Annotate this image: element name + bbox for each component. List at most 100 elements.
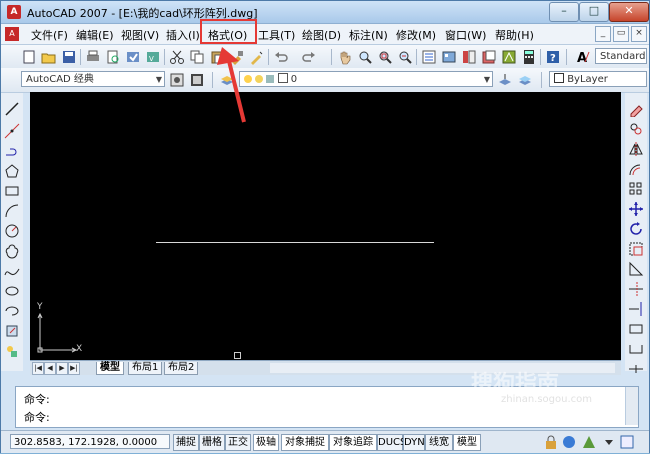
zoom-realtime-icon[interactable] (357, 49, 373, 65)
print-icon[interactable] (85, 49, 101, 65)
menu-window[interactable]: 窗口(W) (445, 27, 486, 43)
redo-icon[interactable] (301, 49, 317, 65)
workspace-dropdown[interactable]: AutoCAD 经典 ▼ (21, 71, 165, 87)
layer-previous-icon[interactable] (517, 72, 533, 88)
tab-layout1[interactable]: 布局1 (128, 362, 163, 375)
save-icon[interactable] (61, 49, 77, 65)
match-properties-icon[interactable] (229, 49, 245, 65)
scale-icon[interactable] (628, 241, 644, 257)
coordinate-display[interactable]: 302.8583, 172.1928, 0.0000 (10, 434, 170, 449)
drawn-line[interactable] (156, 242, 434, 243)
copy-icon[interactable] (189, 49, 205, 65)
command-scrollbar[interactable] (625, 387, 638, 425)
3d-dwf-icon[interactable]: V (145, 49, 161, 65)
paste-icon[interactable] (209, 49, 225, 65)
zoom-window-icon[interactable] (377, 49, 393, 65)
menu-dimension[interactable]: 标注(N) (349, 27, 388, 43)
close-button[interactable]: ✕ (609, 2, 649, 22)
my-workspace-icon[interactable] (189, 72, 205, 88)
make-block-icon[interactable] (4, 343, 20, 359)
make-object-layer-current-icon[interactable] (497, 72, 513, 88)
tab-model[interactable]: 模型 (96, 362, 124, 375)
drawing-canvas[interactable]: Y X (30, 92, 621, 360)
toolbar-lock-icon[interactable] (543, 434, 559, 450)
polyline-icon[interactable] (4, 143, 20, 159)
break-icon[interactable] (628, 321, 644, 337)
autocad-app-icon[interactable]: A (7, 5, 21, 19)
doc-minimize-button[interactable]: _ (595, 26, 611, 42)
osnap-toggle[interactable]: 对象捕捉 (281, 434, 329, 451)
model-toggle[interactable]: 模型 (453, 434, 481, 451)
ellipse-icon[interactable] (4, 283, 20, 299)
rotate-icon[interactable] (628, 221, 644, 237)
array-icon[interactable] (628, 181, 644, 197)
sheet-set-icon[interactable] (481, 49, 497, 65)
markup-set-icon[interactable] (501, 49, 517, 65)
ellipse-arc-icon[interactable] (4, 303, 20, 319)
menu-view[interactable]: 视图(V) (121, 27, 159, 43)
revision-cloud-icon[interactable] (4, 243, 20, 259)
next-tab-icon[interactable]: ▶ (56, 362, 68, 375)
undo-icon[interactable] (273, 49, 289, 65)
new-icon[interactable] (21, 49, 37, 65)
menu-draw[interactable]: 绘图(D) (302, 27, 341, 43)
menu-help[interactable]: 帮助(H) (495, 27, 534, 43)
doc-restore-button[interactable]: ▭ (613, 26, 629, 42)
ducs-toggle[interactable]: DUCS (377, 434, 406, 451)
extend-icon[interactable] (628, 301, 644, 317)
communication-center-icon[interactable] (561, 434, 577, 450)
menu-modify[interactable]: 修改(M) (396, 27, 436, 43)
insert-block-icon[interactable] (4, 323, 20, 339)
doc-close-button[interactable]: × (631, 26, 647, 42)
grid-toggle[interactable]: 栅格 (199, 434, 225, 451)
layer-properties-icon[interactable] (219, 72, 235, 88)
prev-tab-icon[interactable]: ◀ (44, 362, 56, 375)
help-icon[interactable]: ? (545, 49, 561, 65)
design-center-icon[interactable] (441, 49, 457, 65)
explode-icon[interactable] (628, 361, 644, 377)
move-icon[interactable] (628, 201, 644, 217)
spline-icon[interactable] (4, 263, 20, 279)
document-icon[interactable]: A (5, 27, 19, 41)
offset-icon[interactable] (628, 161, 644, 177)
menu-edit[interactable]: 编辑(E) (76, 27, 114, 43)
properties-icon[interactable] (421, 49, 437, 65)
mirror-icon[interactable] (628, 141, 644, 157)
publish-icon[interactable] (125, 49, 141, 65)
dyn-toggle[interactable]: DYN (403, 434, 425, 451)
copy-object-icon[interactable] (628, 121, 644, 137)
rectangle-icon[interactable] (4, 183, 20, 199)
maximize-button[interactable]: □ (579, 2, 609, 22)
layer-dropdown[interactable]: 0 ▼ (239, 71, 493, 87)
cut-icon[interactable] (169, 49, 185, 65)
first-tab-icon[interactable]: |◀ (32, 362, 44, 375)
plot-preview-icon[interactable] (105, 49, 121, 65)
stretch-icon[interactable] (628, 261, 644, 277)
ortho-toggle[interactable]: 正交 (225, 434, 251, 451)
menu-tools[interactable]: 工具(T) (258, 27, 295, 43)
snap-toggle[interactable]: 捕捉 (173, 434, 199, 451)
trim-icon[interactable] (628, 281, 644, 297)
line-icon[interactable] (4, 101, 20, 117)
join-icon[interactable] (628, 341, 644, 357)
menu-file[interactable]: 文件(F) (31, 27, 68, 43)
minimize-button[interactable]: – (549, 2, 579, 22)
otrack-toggle[interactable]: 对象追踪 (329, 434, 377, 451)
menu-insert[interactable]: 插入(I) (166, 27, 200, 43)
open-icon[interactable] (41, 49, 57, 65)
horizontal-scrollbar[interactable] (270, 363, 615, 373)
zoom-previous-icon[interactable] (397, 49, 413, 65)
arc-icon[interactable] (4, 203, 20, 219)
text-style-dropdown[interactable]: Standard (595, 48, 647, 64)
last-tab-icon[interactable]: ▶| (68, 362, 80, 375)
lineweight-toggle[interactable]: 线宽 (425, 434, 453, 451)
polar-toggle[interactable]: 极轴 (253, 434, 279, 451)
block-editor-icon[interactable] (249, 49, 265, 65)
circle-icon[interactable] (4, 223, 20, 239)
status-menu-icon[interactable] (601, 434, 617, 450)
erase-icon[interactable] (628, 101, 644, 117)
calculator-icon[interactable] (521, 49, 537, 65)
command-prompt[interactable]: 命令: (24, 409, 50, 425)
tab-layout2[interactable]: 布局2 (164, 362, 199, 375)
tool-palettes-icon[interactable] (461, 49, 477, 65)
